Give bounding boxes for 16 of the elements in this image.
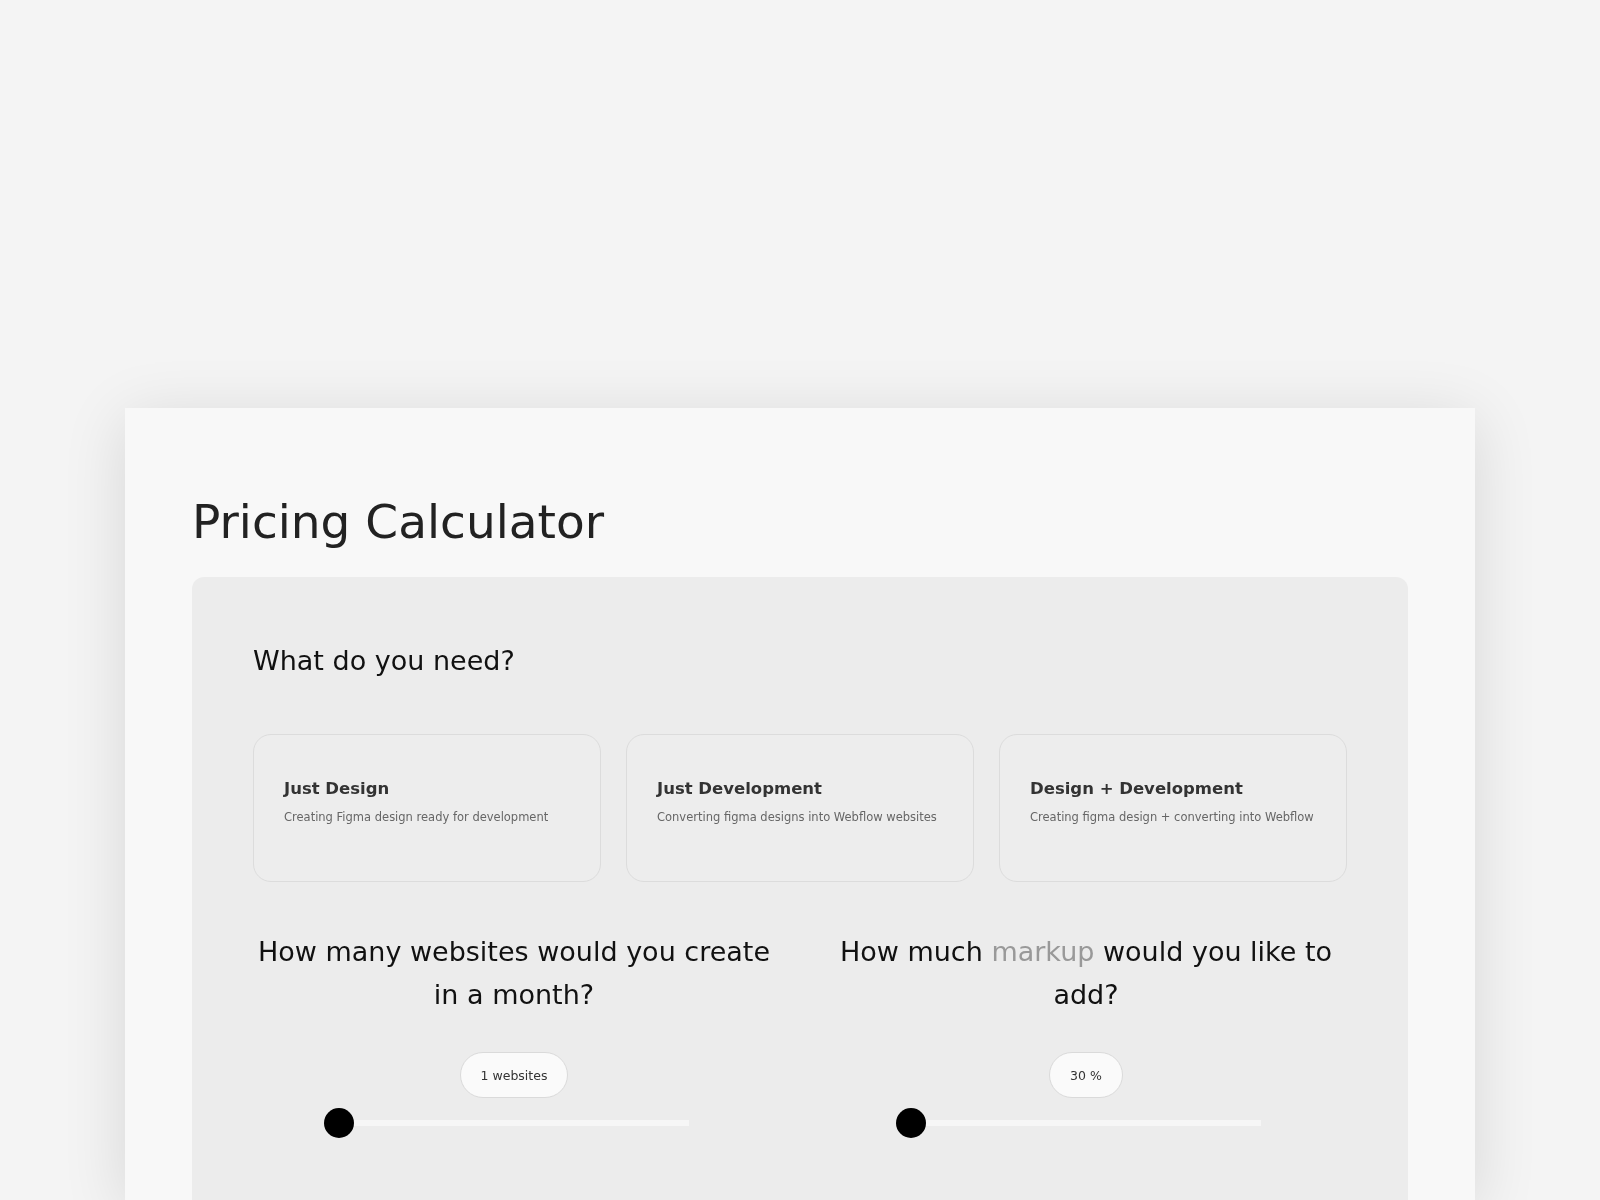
slider-question: How much markup would you like to add? xyxy=(838,935,1334,1012)
service-option[interactable]: Just Development Converting figma designs into Webflow websites xyxy=(626,734,974,882)
value-display: 1 websites xyxy=(459,1052,569,1098)
option-title: Just Design xyxy=(284,779,391,798)
service-option[interactable]: Design + Development Creating figma design + converting into Webflow xyxy=(999,734,1347,882)
option-description: Creating Figma design ready for development xyxy=(284,810,550,824)
section-heading: What do you need? xyxy=(253,645,516,676)
option-title: Design + Development xyxy=(1030,779,1244,798)
value-display: 30 % xyxy=(1049,1052,1123,1098)
slider-thumb[interactable] xyxy=(896,1108,926,1138)
service-option[interactable]: Just Design Creating Figma design ready for development xyxy=(253,734,601,882)
option-description: Creating figma design + converting into Webflow xyxy=(1030,810,1315,824)
slider-thumb[interactable] xyxy=(324,1108,354,1138)
option-description: Converting figma designs into Webflow websites xyxy=(657,810,938,824)
option-title: Just Development xyxy=(657,779,823,798)
slider-question: How many websites would you create in a month? xyxy=(256,935,772,1012)
